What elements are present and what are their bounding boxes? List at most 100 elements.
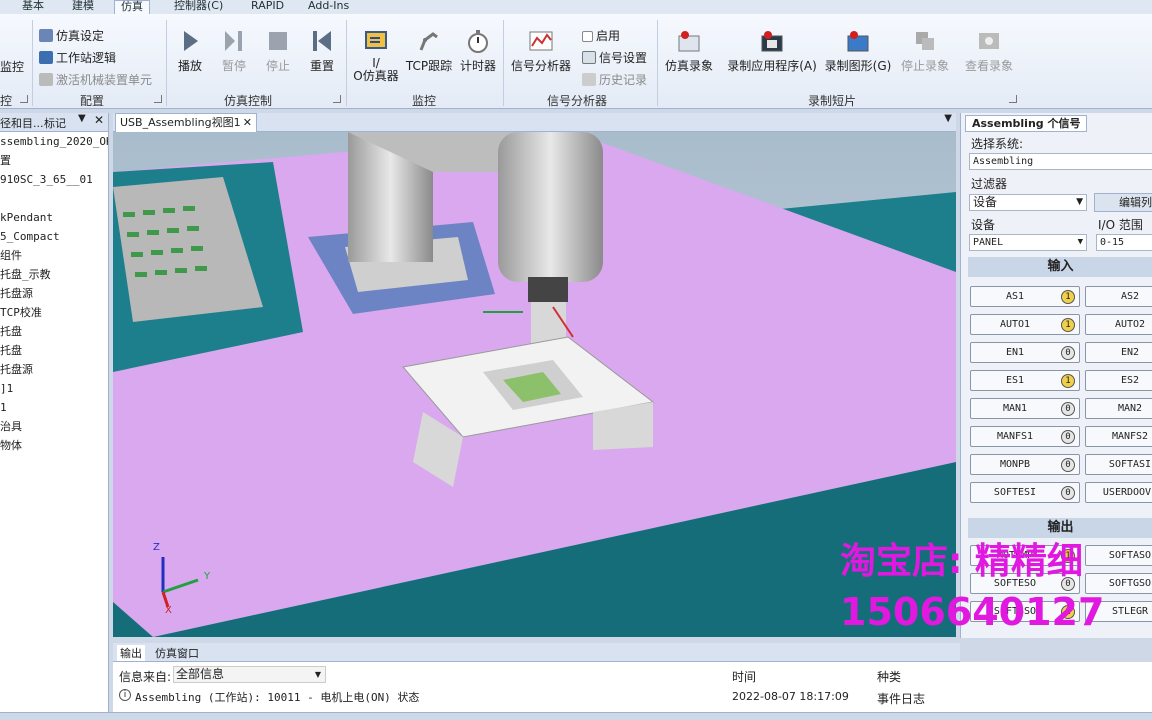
tab-sim-window[interactable]: 仿真窗口: [155, 645, 199, 661]
signal-button-auto1[interactable]: AUTO1 1: [970, 314, 1080, 335]
view-record-button[interactable]: 查看录象: [960, 28, 1018, 74]
record-app-button[interactable]: 录制应用程序(A): [724, 28, 820, 74]
io-panel-tab[interactable]: Assembling 个信号: [965, 115, 1088, 132]
tab-tags[interactable]: 标记: [44, 115, 66, 131]
tree-item[interactable]: kPendant: [0, 208, 108, 227]
tcp-trace-button[interactable]: TCP跟踪: [405, 28, 453, 74]
signal-name: AS2: [1120, 291, 1140, 302]
sim-control-launcher[interactable]: [333, 95, 341, 103]
tree-item[interactable]: 910SC_3_65__01: [0, 170, 108, 189]
tree-item[interactable]: 托盘_示教: [0, 265, 108, 284]
close-icon[interactable]: ✕: [94, 113, 104, 127]
io-range-select[interactable]: 0-15: [1096, 234, 1152, 251]
signal-button-userdoovl[interactable]: USERDOOVL0: [1085, 482, 1152, 503]
tree-item[interactable]: 托盘源: [0, 360, 108, 379]
tree-item[interactable]: 托盘: [0, 341, 108, 360]
chevron-down-icon[interactable]: ▼: [944, 113, 952, 124]
tab-simulation[interactable]: 仿真: [114, 0, 150, 14]
signal-button-en2[interactable]: EN20: [1085, 342, 1152, 363]
signal-button-auto2[interactable]: AUTO20: [1085, 314, 1152, 335]
stop-record-button[interactable]: 停止录象: [896, 28, 954, 74]
inputs-header: 输入: [968, 257, 1152, 277]
tab-addins[interactable]: Add-Ins: [302, 0, 355, 14]
sim-setup-button[interactable]: 仿真设定: [39, 27, 104, 44]
reset-icon: [313, 31, 331, 51]
record-launcher[interactable]: [1009, 95, 1017, 103]
tree-item[interactable]: TCP校准: [0, 303, 108, 322]
watermark-shop: 淘宝店: 精精细: [840, 541, 1083, 582]
group-launcher[interactable]: [20, 95, 28, 103]
signal-name: ES1: [1005, 375, 1025, 386]
config-launcher[interactable]: [154, 95, 162, 103]
record-graphics-button[interactable]: 录制图形(G): [823, 28, 893, 74]
signal-button-monpb[interactable]: MONPB 0: [970, 454, 1080, 475]
signal-button-softasi[interactable]: SOFTASI0: [1085, 454, 1152, 475]
signal-led-icon: 1: [1061, 374, 1075, 388]
signal-button-es2[interactable]: ES20: [1085, 370, 1152, 391]
system-field[interactable]: Assembling: [969, 153, 1152, 170]
signal-button-as2[interactable]: AS20: [1085, 286, 1152, 307]
signal-button-manfs1[interactable]: MANFS1 0: [970, 426, 1080, 447]
watermark-phone: 150664012​7: [840, 590, 1105, 634]
signal-button-man2[interactable]: MAN20: [1085, 398, 1152, 419]
signal-button-es1[interactable]: ES1 1: [970, 370, 1080, 391]
tree-item[interactable]: 置: [0, 151, 108, 170]
filter-select[interactable]: 设备 ▼: [969, 194, 1087, 211]
tab-controller[interactable]: 控制器(C): [168, 0, 229, 14]
signal-settings-button[interactable]: 信号设置: [582, 49, 647, 66]
tree-item[interactable]: 托盘源: [0, 284, 108, 303]
source-select[interactable]: 全部信息 ▼: [173, 666, 326, 683]
monitor-button-cut[interactable]: 监控: [0, 58, 24, 75]
tree-item[interactable]: 托盘: [0, 322, 108, 341]
log-message[interactable]: Assembling (工作站): 10011 - 电机上电(ON) 状态: [135, 689, 419, 705]
signal-button-en1[interactable]: EN1 0: [970, 342, 1080, 363]
signal-button-as1[interactable]: AS1 1: [970, 286, 1080, 307]
signal-button-man1[interactable]: MAN1 0: [970, 398, 1080, 419]
gear-icon: [39, 73, 53, 86]
chevron-down-icon: ▼: [314, 670, 321, 679]
tree-item[interactable]: 组件: [0, 246, 108, 265]
device-select[interactable]: PANEL ▼: [969, 234, 1087, 251]
tree-item[interactable]: ]1: [0, 379, 108, 398]
station-logic-icon: [39, 51, 53, 64]
pause-button[interactable]: 暂停: [218, 28, 250, 74]
tree-item[interactable]: 5_Compact: [0, 227, 108, 246]
play-button[interactable]: 播放: [174, 28, 206, 74]
signal-name: SOFTESI: [993, 487, 1037, 498]
activate-unit-label: 激活机械装置单元: [56, 73, 153, 87]
group-label-sim-control: 仿真控制: [224, 94, 273, 108]
tab-paths-targets[interactable]: 径和目...: [0, 115, 44, 131]
tree-item[interactable]: 物体: [0, 436, 108, 455]
tree-item[interactable]: [0, 189, 108, 208]
signal-button-manfs2[interactable]: MANFS20: [1085, 426, 1152, 447]
signal-button-softesi[interactable]: SOFTESI 0: [970, 482, 1080, 503]
tab-output[interactable]: 输出: [117, 645, 145, 661]
sim-record-button[interactable]: 仿真录象: [660, 28, 718, 74]
activate-unit-button[interactable]: 激活机械装置单元: [39, 71, 152, 88]
3d-viewport[interactable]: Z Y X: [113, 132, 956, 637]
tab-modeling[interactable]: 建模: [66, 0, 100, 14]
chevron-down-icon[interactable]: ▼: [78, 113, 86, 124]
close-icon[interactable]: ✕: [243, 114, 252, 131]
history-button[interactable]: 历史记录: [582, 71, 647, 88]
tab-rapid[interactable]: RAPID: [245, 0, 290, 14]
station-logic-button[interactable]: 工作站逻辑: [39, 49, 116, 66]
timer-button[interactable]: 计时器: [456, 28, 500, 74]
reset-button[interactable]: 重置: [306, 28, 338, 74]
signal-button-softaso[interactable]: SOFTASO0: [1085, 545, 1152, 566]
ribbon-tab-bar: 基本 建模 仿真 控制器(C) RAPID Add-Ins: [0, 0, 1152, 14]
tree-item[interactable]: ssembling_2020_OK*: [0, 132, 108, 151]
tab-basic[interactable]: 基本: [16, 0, 50, 14]
enable-label: 启用: [596, 29, 621, 43]
tree-item[interactable]: 1: [0, 398, 108, 417]
enable-checkbox[interactable]: 启用: [582, 27, 620, 44]
signal-name: MAN1: [1002, 403, 1028, 414]
signal-led-icon: 1: [1061, 318, 1075, 332]
edit-columns-button[interactable]: 编辑列: [1094, 193, 1152, 212]
tab-view1[interactable]: USB_Assembling视图1 ✕: [115, 113, 257, 132]
stop-button[interactable]: 停止: [262, 28, 294, 74]
record-robot-icon: [678, 31, 700, 52]
io-simulator-button[interactable]: I/ O仿真器: [350, 28, 402, 83]
signal-analyzer-button[interactable]: 信号分析器: [507, 28, 575, 74]
tree-item[interactable]: 治具: [0, 417, 108, 436]
